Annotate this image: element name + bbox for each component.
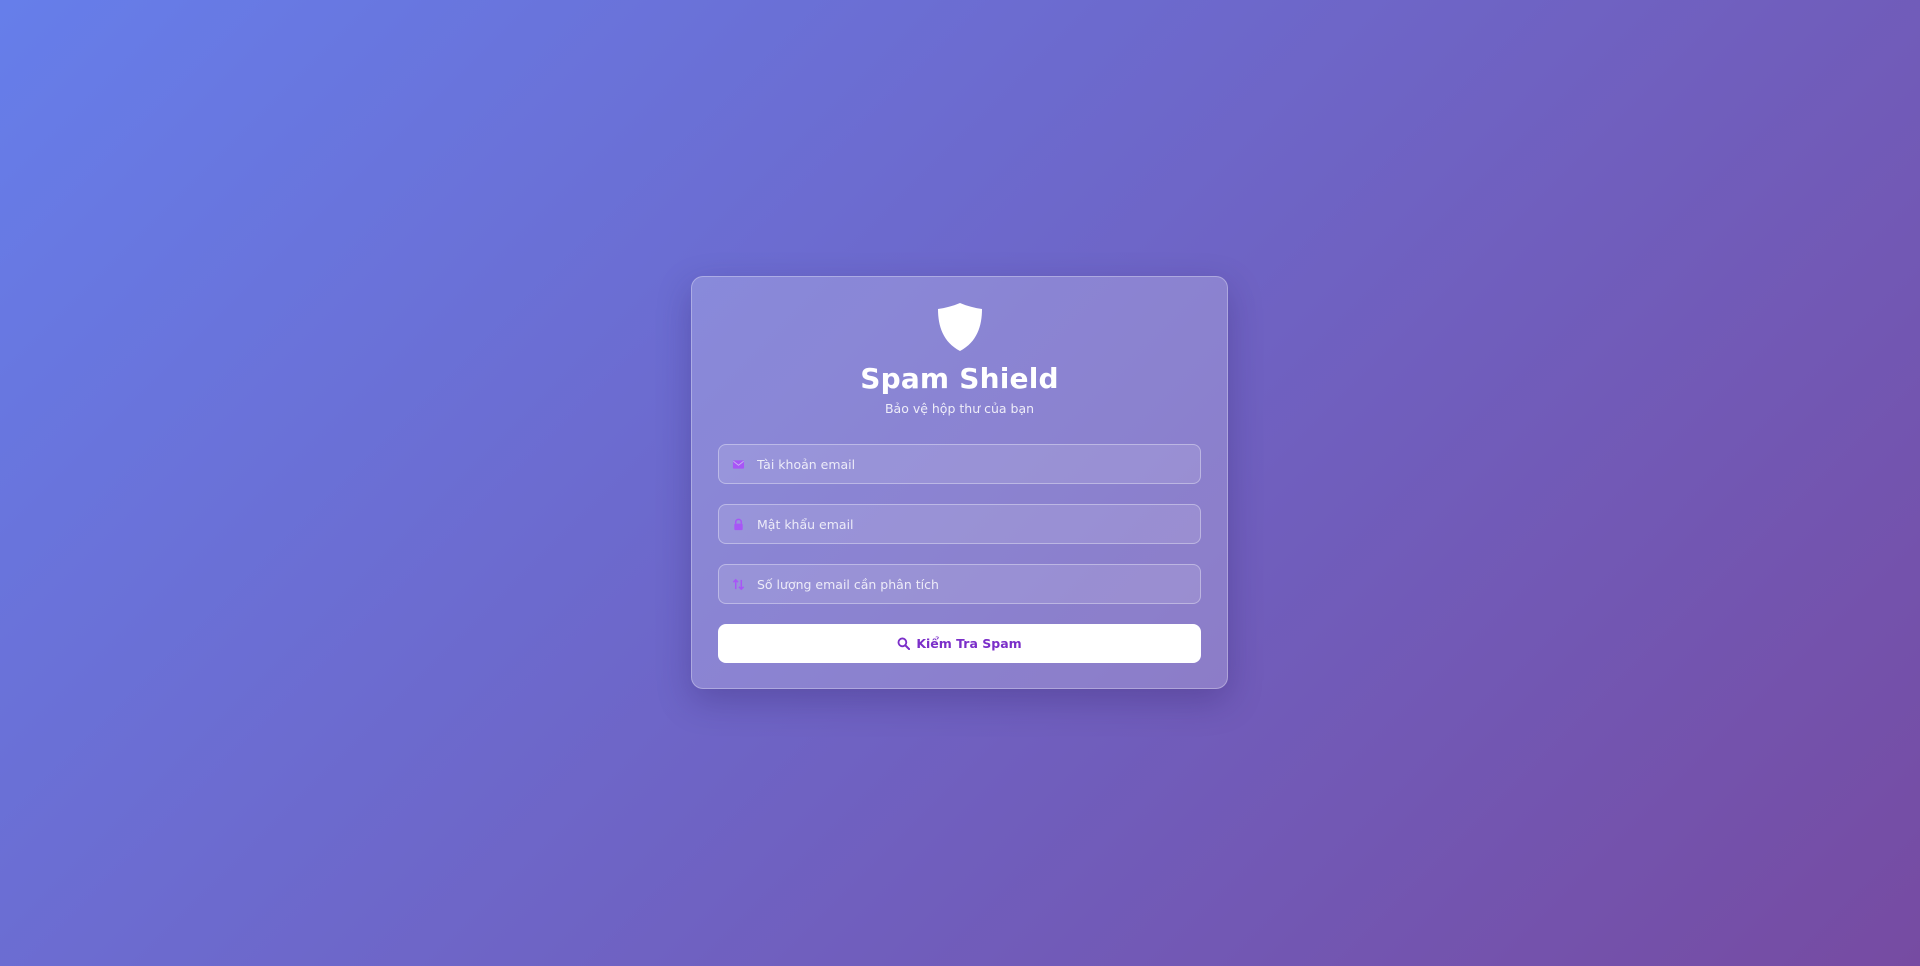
app-title: Spam Shield: [860, 362, 1059, 395]
shield-icon: [937, 303, 982, 351]
sort-arrows-icon: [731, 577, 745, 591]
envelope-icon: [731, 457, 745, 471]
count-field[interactable]: [718, 564, 1201, 604]
check-spam-label: Kiểm Tra Spam: [916, 636, 1022, 651]
email-field[interactable]: [718, 444, 1201, 484]
email-input[interactable]: [757, 445, 1200, 483]
check-spam-button[interactable]: Kiểm Tra Spam: [718, 624, 1201, 663]
count-input[interactable]: [757, 565, 1200, 603]
page: { "app": { "title": "Spam Shield", "subt…: [0, 0, 1920, 966]
password-input[interactable]: [757, 505, 1200, 543]
login-card: Spam Shield Bảo vệ hộp thư của bạn Tài k…: [691, 276, 1228, 689]
logo: [718, 302, 1201, 352]
app-subtitle: Bảo vệ hộp thư của bạn: [884, 401, 1035, 416]
lock-icon: [731, 517, 745, 531]
password-field[interactable]: [718, 504, 1201, 544]
search-icon: [897, 637, 911, 650]
